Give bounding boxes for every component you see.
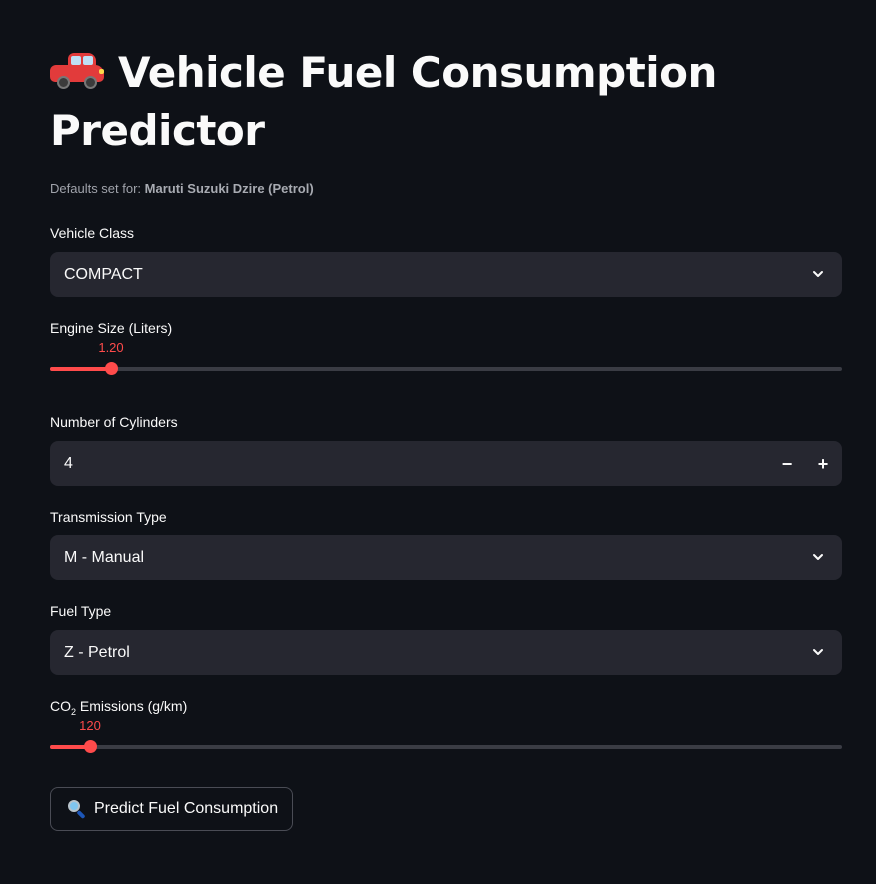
slider-track	[50, 745, 842, 749]
page-title: Vehicle Fuel Consumption Predictor	[50, 44, 842, 160]
co2-label: CO2 Emissions (g/km)	[50, 698, 187, 717]
transmission-label: Transmission Type	[50, 509, 167, 525]
fuel-type-value: Z - Petrol	[64, 643, 130, 661]
co2-slider[interactable]: 120	[50, 718, 842, 757]
fuel-type-select[interactable]: Z - Petrol	[50, 630, 842, 675]
cylinders-label: Number of Cylinders	[50, 414, 178, 430]
chevron-down-icon	[813, 271, 823, 277]
red-car-icon	[50, 51, 104, 91]
slider-fill	[50, 367, 111, 371]
transmission-select[interactable]: M - Manual	[50, 535, 842, 580]
page-title-text: Vehicle Fuel Consumption Predictor	[50, 48, 717, 155]
defaults-caption: Defaults set for: Maruti Suzuki Dzire (P…	[50, 181, 314, 196]
predict-button[interactable]: Predict Fuel Consumption	[50, 787, 294, 831]
engine-size-value: 1.20	[98, 340, 124, 355]
magnifying-glass-icon	[67, 799, 87, 820]
predict-button-label: Predict Fuel Consumption	[94, 800, 279, 817]
co2-value: 120	[79, 718, 101, 733]
co2-label-suffix: Emissions (g/km)	[76, 698, 188, 714]
increment-button[interactable]: +	[812, 453, 834, 475]
cylinders-value: 4	[64, 454, 73, 472]
engine-size-slider[interactable]: 1.20	[50, 340, 842, 379]
decrement-button[interactable]: −	[776, 453, 798, 475]
vehicle-class-select[interactable]: COMPACT	[50, 252, 842, 297]
transmission-value: M - Manual	[64, 548, 145, 566]
slider-track	[50, 367, 842, 371]
chevron-down-icon	[813, 649, 823, 655]
slider-thumb[interactable]	[84, 740, 97, 753]
engine-size-label: Engine Size (Liters)	[50, 320, 173, 336]
co2-label-prefix: CO	[50, 698, 71, 714]
fuel-type-label: Fuel Type	[50, 603, 112, 619]
slider-thumb[interactable]	[105, 362, 118, 375]
caption-vehicle: Maruti Suzuki Dzire (Petrol)	[144, 181, 314, 196]
chevron-down-icon	[813, 554, 823, 560]
vehicle-class-label: Vehicle Class	[50, 225, 135, 241]
vehicle-class-value: COMPACT	[64, 265, 143, 283]
cylinders-number-input[interactable]: 4 − +	[50, 441, 842, 486]
caption-prefix: Defaults set for:	[50, 181, 145, 196]
